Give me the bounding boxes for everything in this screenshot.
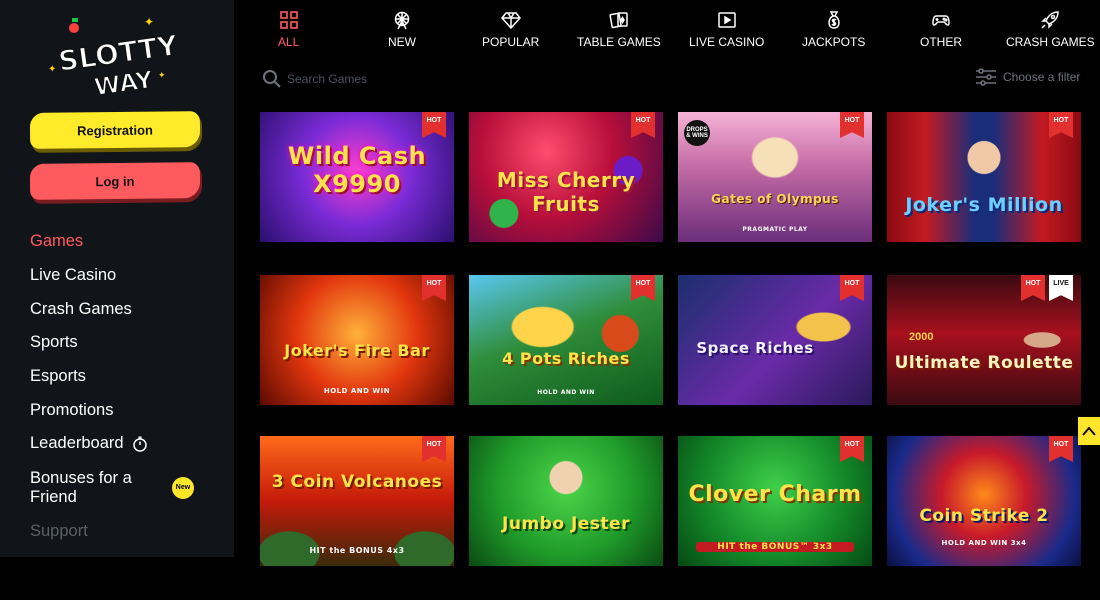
game-tile-space-riches[interactable]: Space Riches HOT (678, 275, 872, 405)
money-bag-icon (827, 11, 840, 29)
game-tile-ultimate-roulette[interactable]: 2000 Ultimate Roulette HOT LIVE (887, 275, 1081, 405)
new-badge: New (172, 476, 194, 499)
filter-button[interactable]: Choose a filter (975, 68, 1080, 86)
sidebar: ✦ ✦ ✦ SLOTTY WAY Registration Log in Gam… (0, 0, 234, 557)
grid-icon (279, 11, 298, 29)
gamepad-icon (932, 15, 950, 26)
game-tile-jumbo-jester[interactable]: Jumbo Jester (469, 436, 663, 566)
tab-popular[interactable]: POPULAR (482, 10, 539, 49)
stopwatch-icon (132, 436, 147, 452)
svg-text:✦: ✦ (48, 64, 56, 75)
sidebar-item-sports[interactable]: Sports (30, 326, 220, 360)
tab-live-casino[interactable]: LIVE CASINO (689, 10, 764, 49)
tab-jackpots[interactable]: JACKPOTS (802, 10, 865, 49)
diamond-icon (500, 12, 521, 30)
sidebar-item-promotions[interactable]: Promotions (30, 393, 220, 427)
ferris-wheel-icon (394, 11, 410, 30)
live-video-icon (717, 12, 736, 28)
sidebar-item-esports[interactable]: Esports (30, 360, 220, 394)
drops-and-wins-badge: DROPS & WINS (684, 120, 710, 146)
slottyway-logo[interactable]: ✦ ✦ ✦ SLOTTY WAY (40, 14, 190, 102)
login-button[interactable]: Log in (29, 162, 201, 200)
game-tile-gates-of-olympus[interactable]: DROPS & WINS Gates of Olympus PRAGMATIC … (678, 112, 872, 242)
tab-other[interactable]: OTHER (920, 10, 962, 49)
tab-crash-games[interactable]: CRASH GAMES (1006, 10, 1095, 49)
sidebar-item-leaderboard[interactable]: Leaderboard (30, 427, 220, 461)
chevron-up-icon (1082, 426, 1096, 436)
rocket-icon (1041, 11, 1060, 29)
sidebar-item-support[interactable]: Support (30, 515, 220, 549)
search-icon (263, 70, 281, 88)
game-tile-4-pots-riches[interactable]: 4 Pots Riches HOLD AND WIN HOT (469, 275, 663, 405)
sidebar-item-games[interactable]: Games (30, 225, 220, 259)
game-tile-3-coin-volcanoes[interactable]: 3 Coin Volcanoes HIT the BONUS 4x3 HOT (260, 436, 454, 566)
tab-table-games[interactable]: TABLE GAMES (577, 10, 661, 49)
category-nav: ALL NEW POPULAR TABLE GAMES LIVE CASINO (240, 10, 1100, 52)
sidebar-item-crash-games[interactable]: Crash Games (30, 292, 220, 326)
provider-label: PRAGMATIC PLAY (742, 226, 808, 233)
game-tile-jokers-fire-bar[interactable]: Joker's Fire Bar HOLD AND WIN HOT (260, 275, 454, 405)
sidebar-item-bonuses-for-a-friend[interactable]: Bonuses for a Friend New (30, 461, 220, 515)
registration-button[interactable]: Registration (29, 111, 201, 149)
tab-new[interactable]: NEW (388, 10, 416, 49)
game-tile-clover-charm[interactable]: Clover Charm HIT the BONUS™ 3x3 HOT (678, 436, 872, 566)
sidebar-item-live-casino[interactable]: Live Casino (30, 259, 220, 293)
game-tile-miss-cherry-fruits[interactable]: Miss Cherry Fruits HOT (469, 112, 663, 242)
tab-all[interactable]: ALL (278, 10, 299, 49)
cards-icon (609, 12, 628, 29)
svg-text:✦: ✦ (158, 70, 166, 80)
scroll-to-top-button[interactable] (1078, 417, 1100, 445)
search-input[interactable] (287, 72, 487, 86)
sliders-icon (976, 68, 996, 86)
game-tile-jokers-million[interactable]: Joker's Million HOT (887, 112, 1081, 242)
sidebar-nav: Games Live Casino Crash Games Sports Esp… (30, 225, 220, 549)
svg-text:✦: ✦ (144, 15, 154, 29)
game-tile-wild-cash[interactable]: Wild Cash X9990 HOT (260, 112, 454, 242)
search-bar (262, 68, 562, 90)
game-tile-coin-strike-2[interactable]: Coin Strike 2 HOLD AND WIN 3x4 HOT (887, 436, 1081, 566)
